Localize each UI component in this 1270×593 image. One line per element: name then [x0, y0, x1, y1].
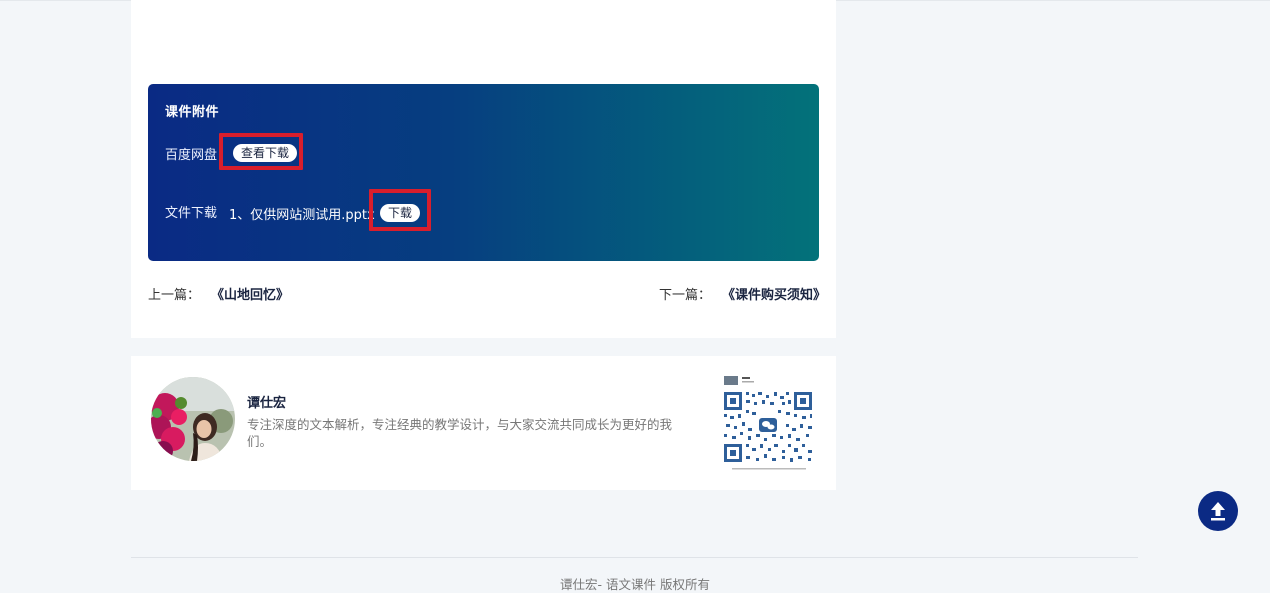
footer-copyright: 谭仕宏- 语文课件 版权所有 [560, 577, 710, 592]
article-card: 课件附件 百度网盘 查看下载 文件下载 1、仅供网站测试用.pptx 下载 上一… [131, 0, 836, 338]
footer-divider [131, 557, 1138, 558]
prev-post-label: 上一篇： [148, 288, 201, 303]
author-bio: 专注深度的文本解析，专注经典的教学设计，与大家交流共同成长为更好的我们。 [247, 417, 673, 449]
next-post-label: 下一篇： [659, 288, 712, 303]
view-download-button[interactable]: 查看下载 [233, 144, 297, 162]
prev-post-link[interactable]: 《山地回忆》 [211, 284, 289, 303]
attachment-panel: 课件附件 百度网盘 查看下载 文件下载 1、仅供网站测试用.pptx 下载 [148, 84, 819, 261]
avatar [151, 377, 235, 461]
back-to-top-button[interactable] [1198, 491, 1238, 531]
file-download-label: 文件下载 [165, 206, 218, 221]
attachment-title: 课件附件 [165, 105, 220, 120]
next-post-link[interactable]: 《课件购买须知》 [722, 284, 826, 303]
download-button[interactable]: 下载 [380, 204, 420, 222]
highlight-box: 下载 [369, 189, 431, 231]
arrow-up-icon [1211, 502, 1225, 521]
highlight-box: 查看下载 [219, 133, 303, 170]
person-photo-icon [151, 377, 235, 461]
author-card: 谭仕宏 专注深度的文本解析，专注经典的教学设计，与大家交流共同成长为更好的我们。 [131, 356, 836, 490]
wechat-qr-code-icon [722, 374, 816, 474]
author-name: 谭仕宏 [247, 396, 287, 411]
baidu-pan-label: 百度网盘 [165, 148, 218, 163]
file-name: 1、仅供网站测试用.pptx [229, 208, 375, 223]
